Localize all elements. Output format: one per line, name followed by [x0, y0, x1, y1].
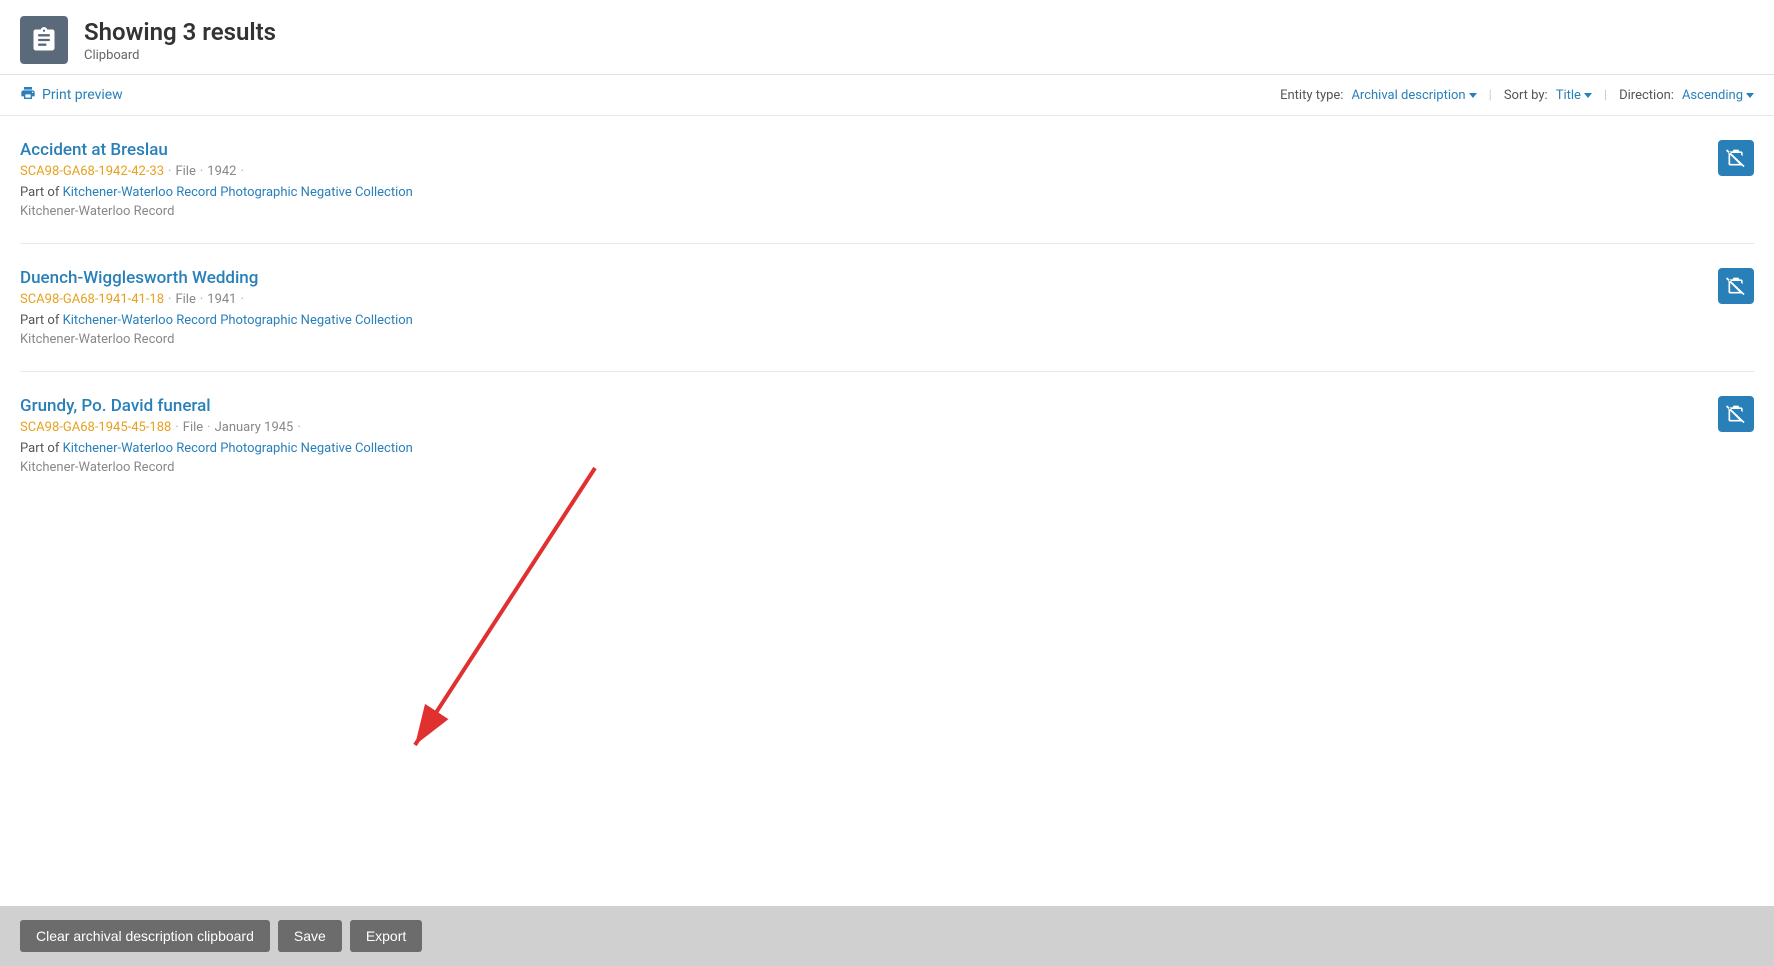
results-list: Accident at Breslau SCA98-GA68-1942-42-3…	[0, 116, 1774, 499]
entity-type-label: Entity type:	[1280, 88, 1343, 103]
clipboard-slash-icon-3	[1726, 404, 1746, 424]
result-title-3[interactable]: Grundy, Po. David funeral	[20, 396, 211, 416]
result-type-2: File	[175, 292, 195, 307]
result-date-3: January 1945	[215, 420, 294, 435]
document-icon	[30, 26, 58, 54]
results-count-title: Showing 3 results	[84, 18, 276, 46]
printer-icon	[20, 85, 36, 105]
result-item-3: Grundy, Po. David funeral SCA98-GA68-194…	[20, 372, 1754, 499]
result-meta-3: SCA98-GA68-1945-45-188 · File · January …	[20, 420, 1754, 435]
result-part-1: Part of Kitchener-Waterloo Record Photog…	[20, 185, 1754, 200]
remove-clipboard-btn-3[interactable]	[1718, 396, 1754, 432]
ref-id-1: SCA98-GA68-1942-42-33	[20, 164, 164, 179]
direction-chevron-icon	[1746, 93, 1754, 98]
direction-label: Direction:	[1619, 88, 1674, 103]
result-part-2: Part of Kitchener-Waterloo Record Photog…	[20, 313, 1754, 328]
clipboard-slash-icon-2	[1726, 276, 1746, 296]
result-type-3: File	[183, 420, 203, 435]
header-text-block: Showing 3 results Clipboard	[84, 18, 276, 63]
print-preview-label: Print preview	[42, 87, 123, 103]
collection-link-2[interactable]: Kitchener-Waterloo Record Photographic N…	[63, 313, 413, 328]
sort-by-chevron-icon	[1584, 93, 1592, 98]
clipboard-header-icon	[20, 16, 68, 64]
collection-link-3[interactable]: Kitchener-Waterloo Record Photographic N…	[63, 441, 413, 456]
result-meta-2: SCA98-GA68-1941-41-18 · File · 1941 ·	[20, 292, 1754, 307]
toolbar: Print preview Entity type: Archival desc…	[0, 75, 1774, 116]
sort-by-dropdown[interactable]: Title	[1556, 88, 1592, 103]
collection-link-1[interactable]: Kitchener-Waterloo Record Photographic N…	[63, 185, 413, 200]
result-type-1: File	[175, 164, 195, 179]
result-part-3: Part of Kitchener-Waterloo Record Photog…	[20, 441, 1754, 456]
result-meta-1: SCA98-GA68-1942-42-33 · File · 1942 ·	[20, 164, 1754, 179]
page-header: Showing 3 results Clipboard	[0, 0, 1774, 75]
ref-id-2: SCA98-GA68-1941-41-18	[20, 292, 164, 307]
export-button[interactable]: Export	[350, 920, 422, 952]
result-date-1: 1942	[207, 164, 236, 179]
save-button[interactable]: Save	[278, 920, 342, 952]
result-date-2: 1941	[207, 292, 236, 307]
result-repo-3: Kitchener-Waterloo Record	[20, 460, 1754, 475]
clear-clipboard-button[interactable]: Clear archival description clipboard	[20, 920, 270, 952]
result-repo-2: Kitchener-Waterloo Record	[20, 332, 1754, 347]
page-subtitle: Clipboard	[84, 48, 276, 63]
ref-id-3: SCA98-GA68-1945-45-188	[20, 420, 171, 435]
result-title-2[interactable]: Duench-Wigglesworth Wedding	[20, 268, 258, 288]
clipboard-slash-icon-1	[1726, 148, 1746, 168]
entity-type-dropdown[interactable]: Archival description	[1351, 88, 1476, 103]
direction-dropdown[interactable]: Ascending	[1682, 88, 1754, 103]
result-item-2: Duench-Wigglesworth Wedding SCA98-GA68-1…	[20, 244, 1754, 372]
print-preview-link[interactable]: Print preview	[20, 85, 123, 105]
result-title-1[interactable]: Accident at Breslau	[20, 140, 168, 160]
entity-type-chevron-icon	[1469, 93, 1477, 98]
remove-clipboard-btn-2[interactable]	[1718, 268, 1754, 304]
sort-by-label: Sort by:	[1504, 88, 1548, 103]
filter-controls: Entity type: Archival description | Sort…	[1280, 88, 1754, 103]
result-repo-1: Kitchener-Waterloo Record	[20, 204, 1754, 219]
remove-clipboard-btn-1[interactable]	[1718, 140, 1754, 176]
result-item-1: Accident at Breslau SCA98-GA68-1942-42-3…	[20, 116, 1754, 244]
footer-action-bar: Clear archival description clipboard Sav…	[0, 906, 1774, 966]
